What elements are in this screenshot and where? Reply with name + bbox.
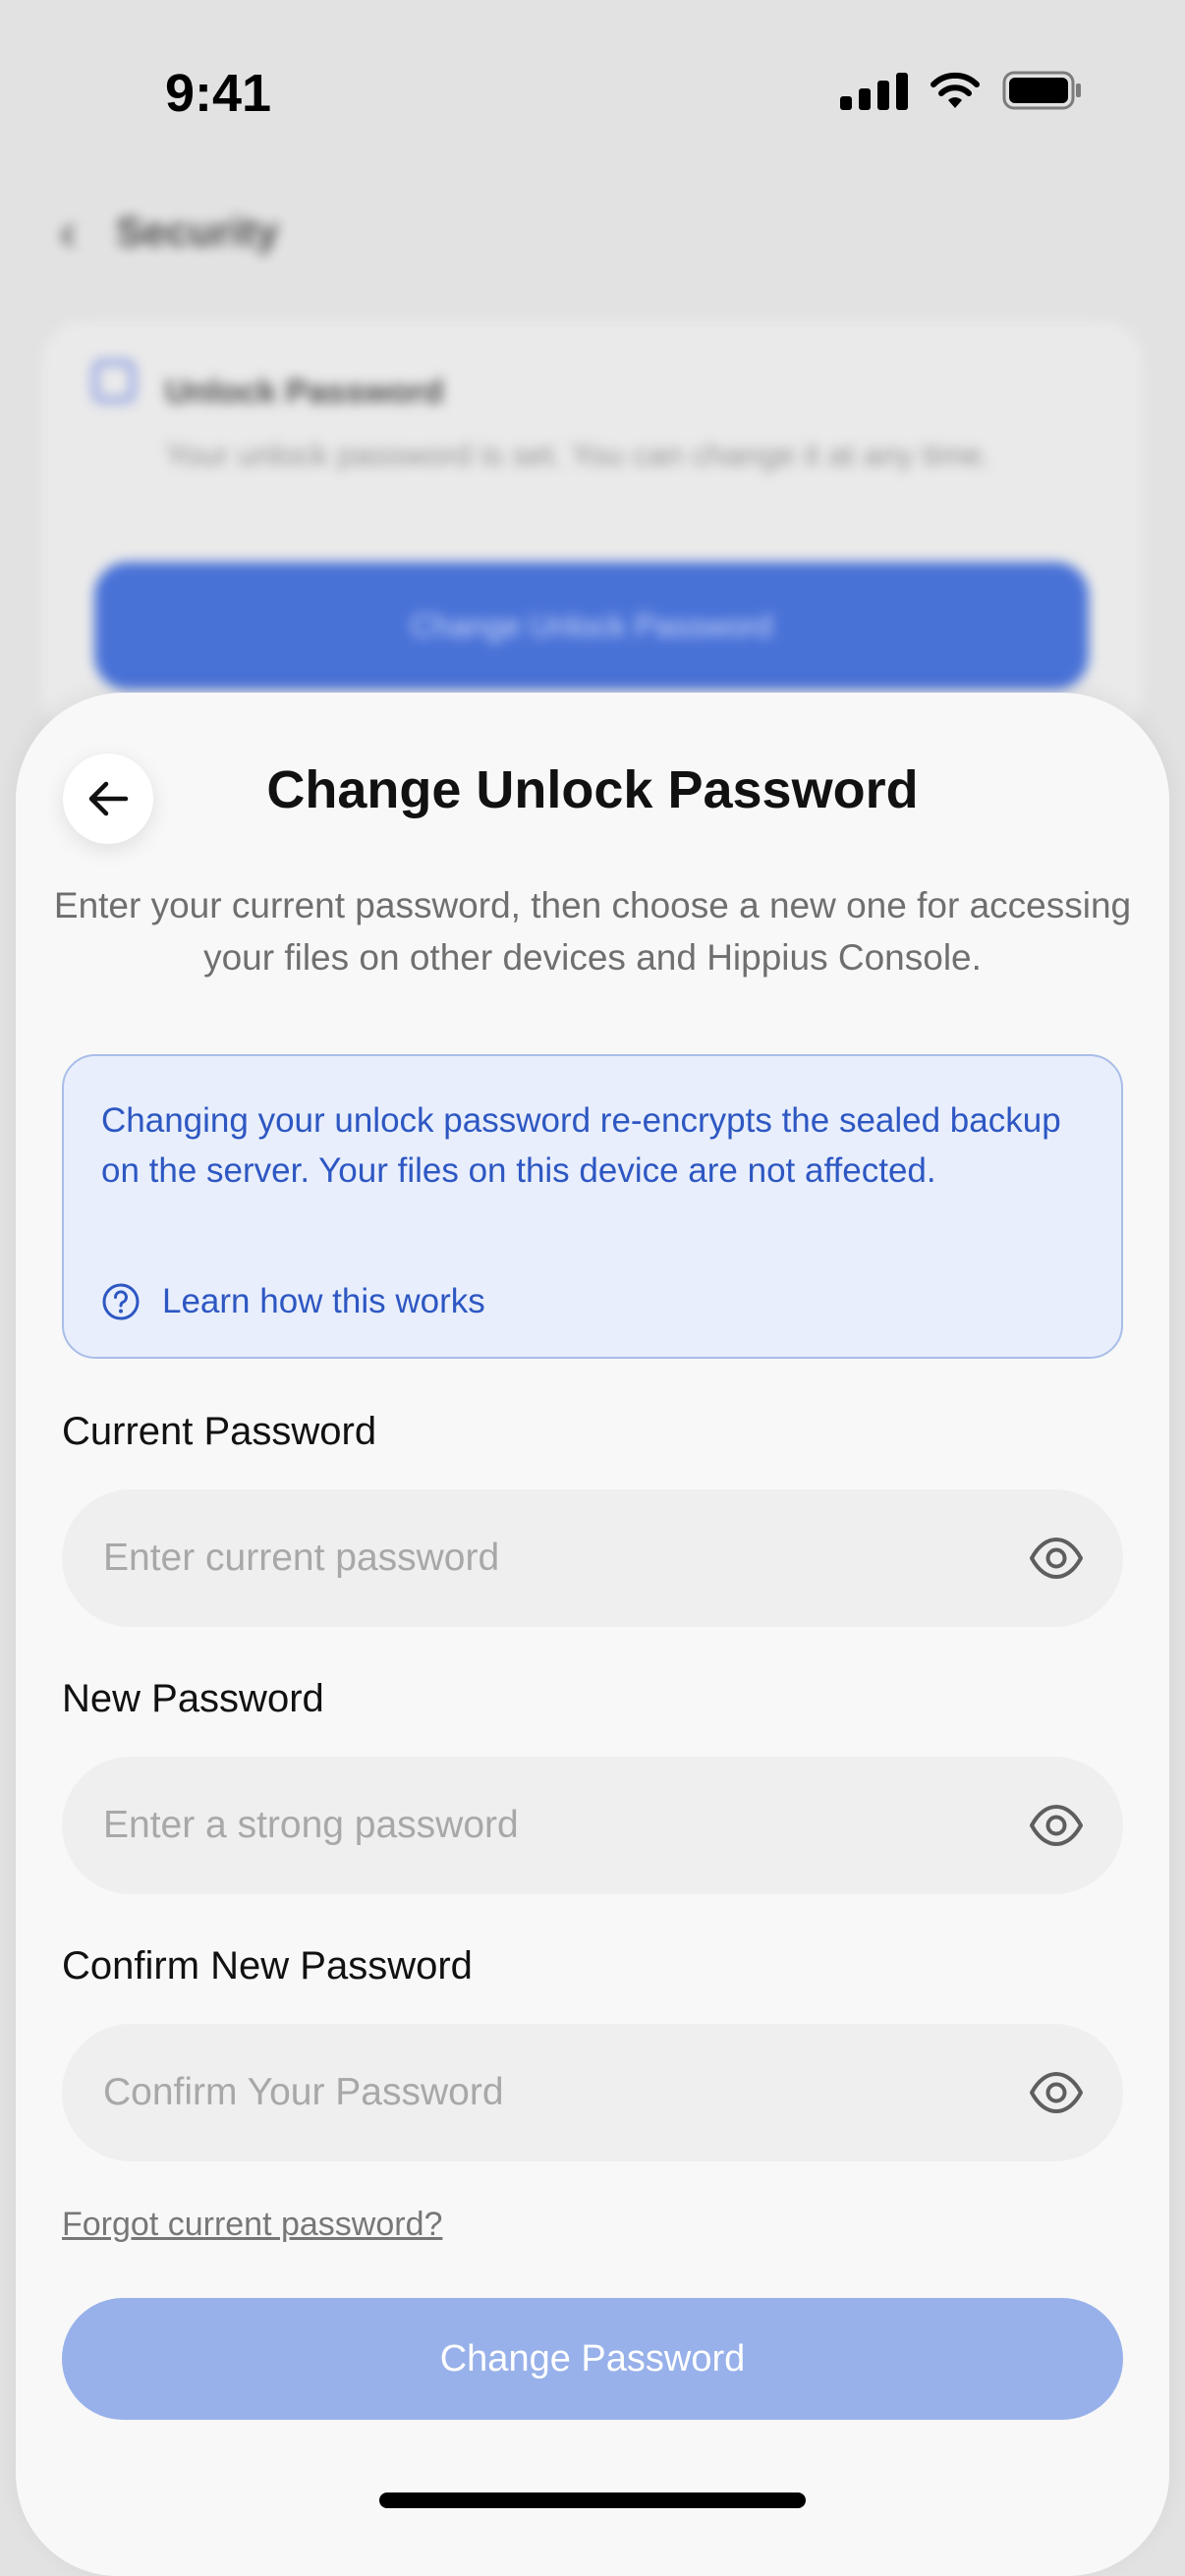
background-nav: ‹ Security — [59, 201, 279, 262]
learn-more-link[interactable]: Learn how this works — [101, 1282, 485, 1321]
new-password-field[interactable] — [62, 1757, 1123, 1894]
confirm-password-input[interactable] — [62, 2024, 986, 2161]
new-password-input[interactable] — [62, 1757, 986, 1894]
confirm-password-label: Confirm New Password — [62, 1944, 473, 1988]
home-indicator — [379, 2492, 806, 2508]
eye-icon[interactable] — [1029, 1535, 1084, 1582]
chevron-left-icon: ‹ — [59, 202, 77, 261]
background-card-title: Unlock Password — [165, 373, 444, 411]
background-card-text: Your unlock password is set. You can cha… — [165, 437, 991, 473]
status-time: 9:41 — [165, 64, 272, 123]
background-card: Unlock Password Your unlock password is … — [43, 322, 1142, 735]
background-change-button: Change Unlock Password — [94, 562, 1089, 690]
wifi-icon — [930, 71, 981, 110]
lock-icon — [92, 360, 136, 403]
cellular-signal-icon — [840, 71, 908, 110]
battery-icon — [1002, 71, 1083, 110]
info-box: Changing your unlock password re-encrypt… — [62, 1054, 1123, 1359]
current-password-label: Current Password — [62, 1410, 377, 1453]
current-password-field[interactable] — [62, 1489, 1123, 1627]
sheet-description: Enter your current password, then choose… — [53, 885, 1132, 978]
status-icons — [840, 71, 1083, 110]
sheet-title: Change Unlock Password — [266, 760, 919, 819]
info-text: Changing your unlock password re-encrypt… — [101, 1101, 1061, 1190]
eye-icon[interactable] — [1029, 2069, 1084, 2116]
eye-icon[interactable] — [1029, 1802, 1084, 1849]
change-password-sheet: Change Unlock Password Enter your curren… — [16, 693, 1169, 2576]
current-password-input[interactable] — [62, 1489, 986, 1627]
status-bar: 9:41 — [0, 0, 1185, 187]
learn-more-label: Learn how this works — [162, 1282, 485, 1320]
change-password-button[interactable]: Change Password — [62, 2298, 1123, 2420]
background-nav-title: Security — [115, 208, 279, 254]
confirm-password-field[interactable] — [62, 2024, 1123, 2161]
question-circle-icon — [102, 1283, 140, 1320]
forgot-password-link[interactable]: Forgot current password? — [62, 2206, 442, 2244]
new-password-label: New Password — [62, 1677, 324, 1720]
